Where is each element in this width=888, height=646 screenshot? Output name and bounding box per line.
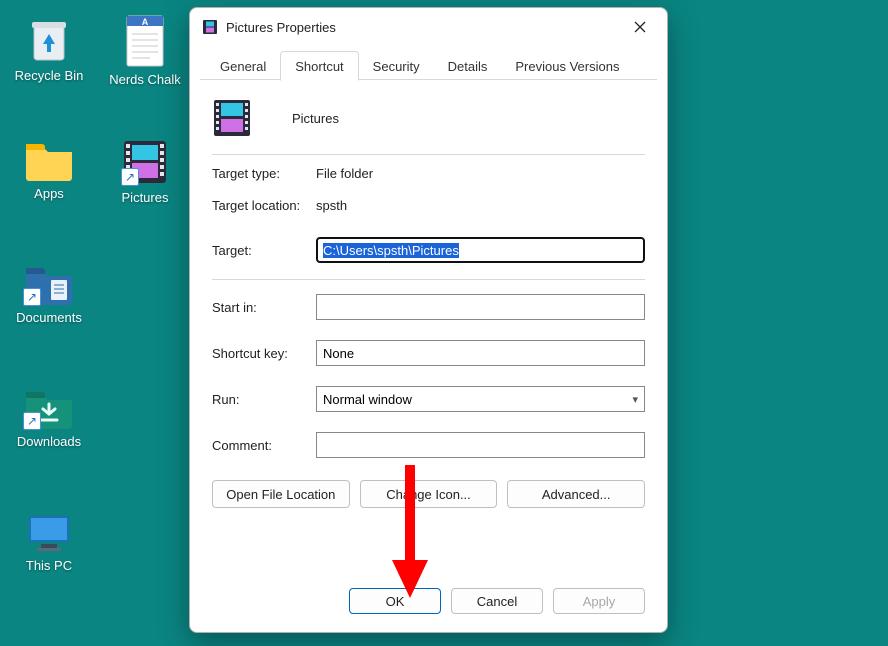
desktop-icon-apps[interactable]: Apps [4, 138, 94, 201]
comment-input[interactable] [316, 432, 645, 458]
apply-button[interactable]: Apply [553, 588, 645, 614]
chevron-down-icon: ▾ [632, 393, 638, 406]
desktop-icon-downloads[interactable]: ↗ Downloads [4, 386, 94, 449]
desktop-icon-nerds-chalk[interactable]: A Nerds Chalk [100, 14, 190, 87]
shortcut-overlay-icon: ↗ [23, 412, 41, 430]
run-select[interactable]: Normal window ▾ [316, 386, 645, 412]
ok-button[interactable]: OK [349, 588, 441, 614]
close-icon [634, 21, 646, 33]
tab-security[interactable]: Security [359, 52, 434, 80]
properties-dialog: Pictures Properties General Shortcut Sec… [189, 7, 668, 633]
monitor-icon [23, 510, 75, 554]
shortcut-key-label: Shortcut key: [212, 346, 316, 361]
run-label: Run: [212, 392, 316, 407]
header-film-icon [212, 98, 252, 138]
desktop-icon-pictures[interactable]: ↗ Pictures [100, 138, 190, 205]
target-location-value: spsth [316, 198, 347, 213]
open-file-location-button[interactable]: Open File Location [212, 480, 350, 508]
desktop-icon-label: Downloads [17, 434, 81, 449]
tab-shortcut[interactable]: Shortcut [280, 51, 358, 81]
target-type-value: File folder [316, 166, 373, 181]
desktop-icon-label: Pictures [122, 190, 169, 205]
tab-strip: General Shortcut Security Details Previo… [190, 46, 667, 80]
recycle-bin-icon [24, 14, 74, 64]
desktop-icon-documents[interactable]: ↗ Documents [4, 262, 94, 325]
svg-text:A: A [142, 17, 149, 27]
tab-details[interactable]: Details [434, 52, 502, 80]
tab-previous-versions[interactable]: Previous Versions [501, 52, 633, 80]
target-type-label: Target type: [212, 166, 316, 181]
start-in-label: Start in: [212, 300, 316, 315]
shortcut-name: Pictures [292, 111, 339, 126]
desktop-icon-label: Documents [16, 310, 82, 325]
comment-label: Comment: [212, 438, 316, 453]
desktop-icon-this-pc[interactable]: This PC [4, 510, 94, 573]
shortcut-tab-pane: Pictures Target type: File folder Target… [190, 80, 667, 574]
start-in-input[interactable] [316, 294, 645, 320]
titlebar[interactable]: Pictures Properties [190, 8, 667, 46]
shortcut-overlay-icon: ↗ [23, 288, 41, 306]
tab-general[interactable]: General [206, 52, 280, 80]
document-icon: A [120, 14, 170, 68]
dialog-title: Pictures Properties [226, 20, 617, 35]
run-select-value: Normal window [323, 392, 412, 407]
desktop-icon-recycle-bin[interactable]: Recycle Bin [4, 14, 94, 83]
target-input[interactable] [316, 237, 645, 263]
dialog-footer: OK Cancel Apply [190, 574, 667, 632]
desktop-icon-label: This PC [26, 558, 72, 573]
titlebar-film-icon [202, 19, 218, 35]
desktop-icon-label: Nerds Chalk [109, 72, 181, 87]
desktop-icon-label: Recycle Bin [15, 68, 84, 83]
desktop-icon-label: Apps [34, 186, 64, 201]
folder-icon [23, 138, 75, 182]
target-location-label: Target location: [212, 198, 316, 213]
target-label: Target: [212, 243, 316, 258]
cancel-button[interactable]: Cancel [451, 588, 543, 614]
shortcut-key-input[interactable] [316, 340, 645, 366]
close-button[interactable] [617, 12, 663, 42]
change-icon-button[interactable]: Change Icon... [360, 480, 498, 508]
shortcut-overlay-icon: ↗ [121, 168, 139, 186]
advanced-button[interactable]: Advanced... [507, 480, 645, 508]
